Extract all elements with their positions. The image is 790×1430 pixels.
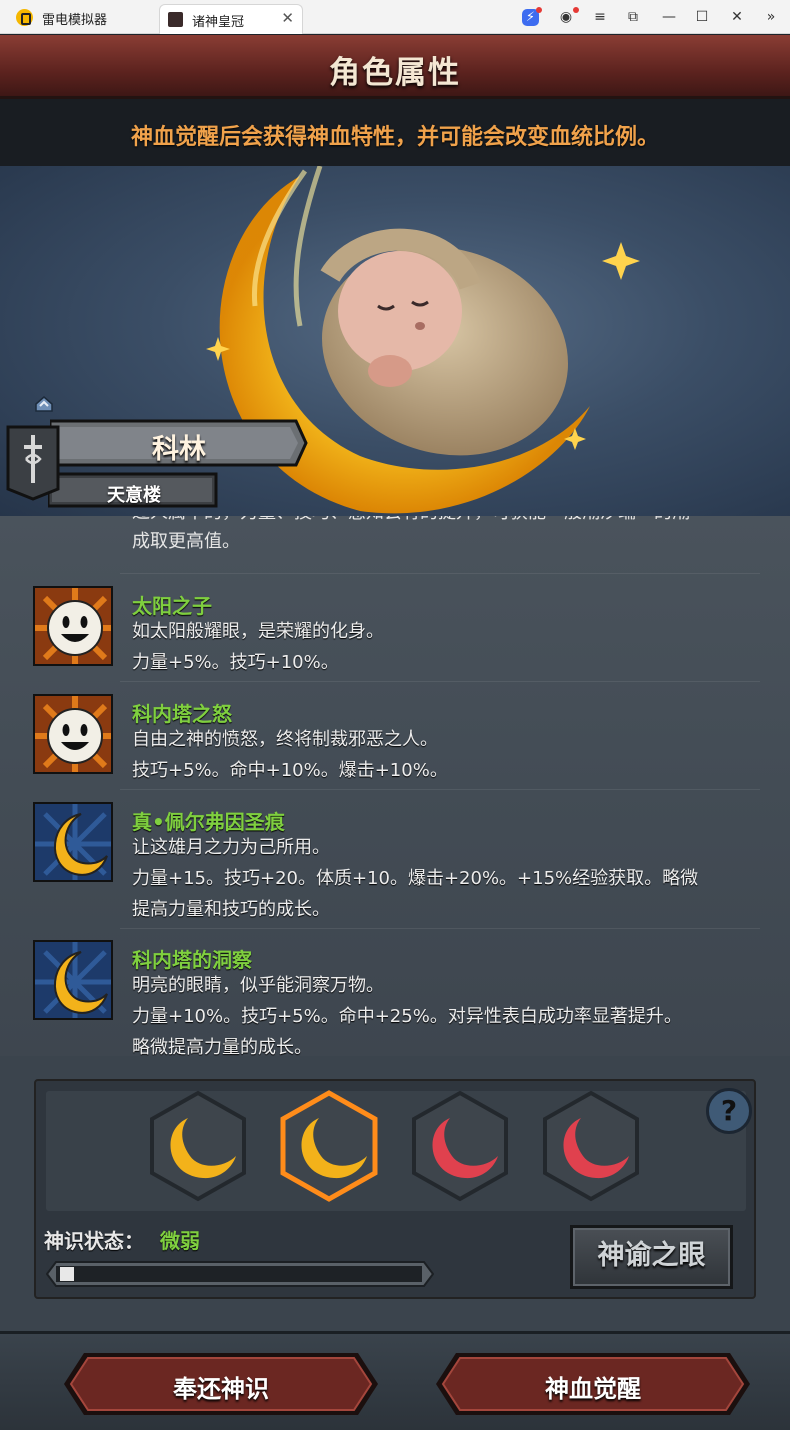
notification-dot (536, 7, 542, 13)
character-subtitle: 天意楼 (107, 485, 161, 506)
trait-description: 如太阳般耀眼，是荣耀的化身。 (132, 621, 384, 642)
maximize-icon[interactable]: ☐ (691, 6, 713, 28)
divider (120, 789, 760, 790)
menu-icon[interactable]: ≡ (589, 6, 611, 28)
crescent-moon-icon (33, 940, 113, 1020)
divider (120, 573, 760, 574)
game-tab-icon (168, 12, 183, 27)
sun-face-icon (33, 694, 113, 774)
trait-effect: 技巧+5%。命中+10%。爆击+10%。 (132, 760, 448, 781)
blood-awaken-button[interactable]: 神血觉醒 (434, 1369, 752, 1404)
banner-text: 神血觉醒后会获得神血特性，并可能会改变血统比例。 (130, 125, 659, 150)
page-header: 角色属性 (0, 35, 790, 99)
trait-description: 明亮的眼睛，似乎能洞察万物。 (132, 975, 384, 996)
oracle-eye-button[interactable]: 神谕之眼 (570, 1225, 733, 1289)
sense-slot-4[interactable] (541, 1090, 641, 1202)
more-icon[interactable]: » (760, 6, 782, 28)
divider (120, 681, 760, 682)
sun-face-icon (33, 586, 113, 666)
close-icon[interactable]: ✕ (726, 6, 748, 28)
trait-effect: 力量+5%。技巧+10%。 (132, 652, 339, 673)
trait-effect: 力量+10%。技巧+5%。命中+25%。对异性表白成功率显著提升。 (132, 1006, 682, 1027)
tab-game[interactable]: 诸神皇冠 ✕ (159, 4, 303, 34)
trait-effect: 略微提高力量的成长。 (132, 1037, 312, 1056)
clipped-text: 过人属中的，力量、技巧、感知会有的提升，可获能一般潮汐端一的潮 (132, 516, 690, 524)
sense-progress-fill (60, 1267, 74, 1281)
trait-name: 真•佩尔弗因圣痕 (132, 810, 285, 834)
return-sense-button[interactable]: 奉还神识 (62, 1369, 380, 1404)
popout-icon[interactable]: ⧉ (622, 6, 644, 28)
rank-up-icon (35, 396, 53, 412)
trait-name: 科内塔的洞察 (132, 948, 252, 972)
tab-title: 诸神皇冠 (192, 15, 245, 30)
trait-name: 太阳之子 (132, 594, 212, 618)
sense-slot-2-selected[interactable] (279, 1090, 379, 1202)
sense-status-value: 微弱 (160, 1229, 200, 1253)
emulator-titlebar: 雷电模拟器 诸神皇冠 ✕ ⚡ ◉ ≡ ⧉ — ☐ ✕ » (0, 0, 790, 34)
sense-status-label: 神识状态： (44, 1229, 144, 1253)
info-banner: 神血觉醒后会获得神血特性，并可能会改变血统比例。 (0, 99, 790, 166)
trait-description: 让这雄月之力为己所用。 (132, 837, 330, 858)
trait-effect: 力量+15。技巧+20。体质+10。爆击+20%。+15%经验获取。略微 (132, 868, 699, 889)
divider (120, 928, 760, 929)
emulator-window: 雷电模拟器 诸神皇冠 ✕ ⚡ ◉ ≡ ⧉ — ☐ ✕ » 角色属性 神血觉醒后会… (0, 0, 790, 1430)
tab-close-icon[interactable]: ✕ (281, 9, 294, 27)
sense-progress-bar (46, 1261, 434, 1287)
clipped-text: 成取更高值。 (132, 531, 240, 552)
sense-slot-3[interactable] (410, 1090, 510, 1202)
notification-dot (573, 7, 579, 13)
emulator-app-name: 雷电模拟器 (42, 13, 108, 28)
help-button[interactable]: ? (706, 1088, 752, 1134)
crescent-moon-icon (33, 802, 113, 882)
trait-effect: 提高力量和技巧的成长。 (132, 899, 330, 920)
faction-crest-icon (6, 425, 60, 501)
game-screen: 角色属性 神血觉醒后会获得神血特性，并可能会改变血统比例。 科林 天意楼 成取更… (0, 35, 790, 1430)
trait-description: 自由之神的愤怒，终将制裁邪恶之人。 (132, 729, 438, 750)
ldplayer-logo-icon (16, 9, 33, 26)
sense-slot-1[interactable] (148, 1090, 248, 1202)
minimize-icon[interactable]: — (658, 6, 680, 28)
trait-name: 科内塔之怒 (132, 702, 232, 726)
character-name: 科林 (152, 434, 206, 465)
page-title: 角色属性 (329, 55, 461, 91)
trait-list[interactable]: 过人属中的，力量、技巧、感知会有的提升，可获能一般潮汐端一的潮 成取更高值。 (0, 516, 790, 1056)
